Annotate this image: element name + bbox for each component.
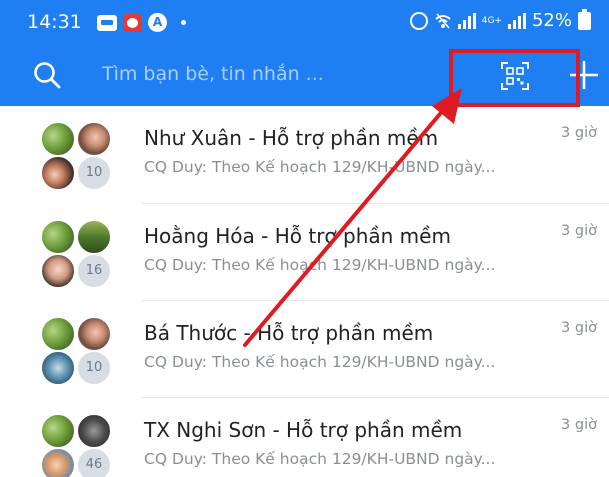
group-avatar: 46 [40, 413, 116, 477]
battery-icon [578, 8, 591, 30]
search-icon[interactable] [33, 61, 61, 89]
conversation-list: 10 Như Xuân - Hỗ trợ phần mềm CQ Duy: Th… [0, 106, 609, 477]
status-time: 14:31 [27, 11, 82, 33]
member-avatar [76, 316, 112, 352]
group-avatar: 10 [40, 316, 116, 386]
group-avatar: 16 [40, 219, 116, 289]
zalo-icon [97, 14, 117, 31]
alarm-icon [409, 11, 428, 30]
conversation-title: Bá Thước - Hỗ trợ phần mềm [144, 321, 434, 345]
conversation-title: Như Xuân - Hỗ trợ phần mềm [144, 126, 439, 150]
more-notifications-dot-icon [181, 20, 186, 25]
member-avatar [40, 447, 76, 477]
conversation-item-ba-thuoc[interactable]: 10 Bá Thước - Hỗ trợ phần mềm CQ Duy: Th… [0, 301, 609, 398]
group-avatar: 10 [40, 121, 116, 191]
member-count-badge: 10 [76, 350, 112, 386]
conversation-preview: CQ Duy: Theo Kế hoạch 129/KH-UBND ngày..… [144, 353, 496, 371]
conversation-preview: CQ Duy: Theo Kế hoạch 129/KH-UBND ngày..… [144, 158, 496, 176]
member-avatar [76, 121, 112, 157]
conversation-item-hoang-hoa[interactable]: 16 Hoằng Hóa - Hỗ trợ phần mềm CQ Duy: T… [0, 204, 609, 301]
conversation-preview: CQ Duy: Theo Kế hoạch 129/KH-UBND ngày..… [144, 256, 496, 274]
conversation-time: 3 giờ [561, 417, 597, 433]
status-notifications: A [97, 13, 186, 32]
member-count-badge: 46 [76, 447, 112, 477]
member-count-badge: 10 [76, 155, 112, 191]
conversation-preview: CQ Duy: Theo Kế hoạch 129/KH-UBND ngày..… [144, 450, 496, 468]
member-avatar [40, 121, 76, 157]
member-avatar [40, 253, 76, 289]
notification-icon [123, 13, 142, 32]
search-input[interactable]: Tìm bạn bè, tin nhắn ... [102, 63, 324, 85]
member-count-badge: 16 [76, 253, 112, 289]
conversation-item-nghi-son[interactable]: 46 TX Nghi Sơn - Hỗ trợ phần mềm CQ Duy:… [0, 398, 609, 477]
conversation-time: 3 giờ [561, 320, 597, 336]
conversation-title: TX Nghi Sơn - Hỗ trợ phần mềm [144, 418, 463, 442]
signal-icon-2 [507, 12, 526, 29]
member-avatar [40, 316, 76, 352]
network-type-label: 4G+ [481, 15, 502, 26]
conversation-title: Hoằng Hóa - Hỗ trợ phần mềm [144, 224, 451, 248]
a-icon: A [148, 13, 167, 32]
battery-percent: 52% [531, 10, 572, 31]
member-avatar [40, 350, 76, 386]
member-avatar [76, 219, 112, 255]
zalo-messages-screen: 14:31 A 4G+ 52% Tìm bạn bè, tin nhắn ...… [0, 0, 609, 477]
conversation-time: 3 giờ [561, 223, 597, 239]
status-system-icons: 4G+ 52% [409, 8, 591, 31]
mute-wifi-icon [435, 13, 451, 28]
qr-highlight-box [449, 49, 580, 107]
member-avatar [40, 155, 76, 191]
conversation-time: 3 giờ [561, 125, 597, 141]
conversation-item-nhu-xuan[interactable]: 10 Như Xuân - Hỗ trợ phần mềm CQ Duy: Th… [0, 106, 609, 204]
member-avatar [76, 413, 112, 449]
member-avatar [40, 413, 76, 449]
member-avatar [40, 219, 76, 255]
signal-icon [457, 12, 476, 29]
status-bar: 14:31 A 4G+ 52% [0, 0, 609, 44]
